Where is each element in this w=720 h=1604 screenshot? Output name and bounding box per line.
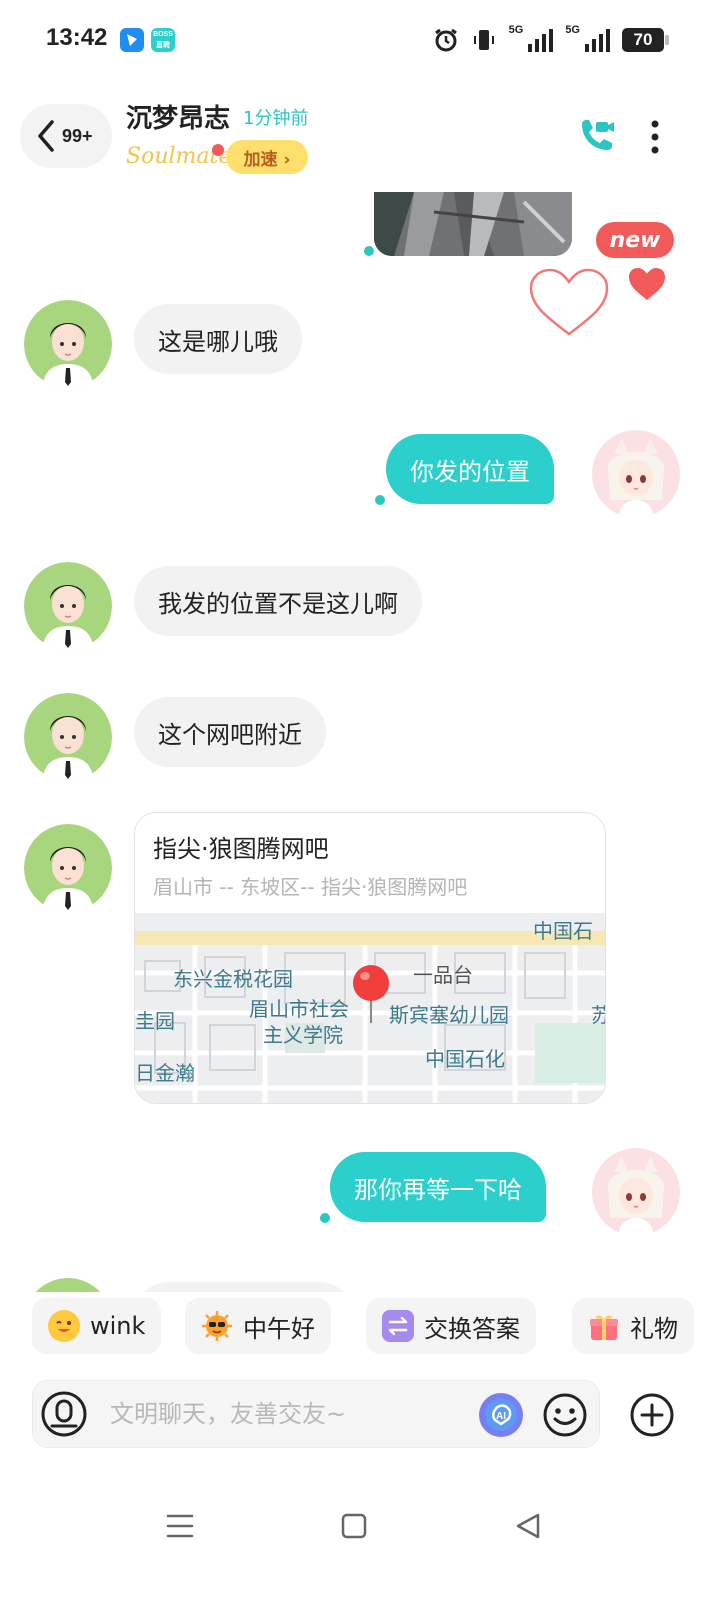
signal-label-1: 5G	[508, 24, 524, 36]
nav-back-button[interactable]	[508, 1508, 548, 1544]
photo-thumbnail	[374, 192, 572, 256]
map-label: 中国石化	[425, 1047, 505, 1071]
message-bubble-partial	[134, 1282, 354, 1292]
status-icons: 5G 5G 70	[433, 24, 669, 56]
map-label: 日金瀚	[135, 1061, 195, 1085]
chevron-left-icon	[38, 120, 54, 152]
map-preview[interactable]: 中国石 东兴金税花园 一品台 眉山市社会 主义学院 斯宾塞幼儿园 圭园 中国石化…	[135, 913, 605, 1103]
location-title: 指尖·狼图腾网吧	[153, 835, 329, 863]
signal-label-2: 5G	[565, 24, 580, 36]
quick-reply-good-noon[interactable]: 中午好	[185, 1298, 331, 1354]
contact-avatar[interactable]	[24, 300, 112, 388]
unread-count: 99+	[62, 125, 93, 146]
boss-app-label: BOSS	[153, 31, 173, 38]
map-label: 中国石	[533, 919, 593, 943]
my-avatar[interactable]	[592, 1148, 680, 1236]
quick-reply-label: 交换答案	[424, 1314, 520, 1343]
signal-bars-icon	[585, 29, 610, 52]
location-address: 眉山市 -- 东坡区-- 指尖·狼图腾网吧	[153, 875, 468, 899]
read-indicator	[320, 1213, 330, 1223]
location-card[interactable]: 指尖·狼图腾网吧 眉山市 -- 东坡区-- 指尖·狼图腾网吧 中国石 东兴金税花…	[134, 812, 606, 1104]
voice-mode-icon[interactable]	[40, 1390, 88, 1438]
quick-reply-gift[interactable]: 礼物	[572, 1298, 694, 1354]
signal-bars-icon	[528, 29, 554, 52]
chat-header: 99+ 沉梦昂志 1分钟前 Soulmate 加速 ›	[0, 92, 720, 192]
map-label: 苏	[591, 999, 605, 1028]
message-bubble-incoming[interactable]: 这个网吧附近	[134, 697, 326, 767]
contact-avatar-partial	[24, 1278, 112, 1292]
emoji-picker-icon[interactable]	[542, 1392, 588, 1438]
back-triangle-icon	[516, 1513, 540, 1539]
new-badge-text: new	[609, 227, 661, 253]
map-label: 圭园	[135, 1009, 175, 1033]
image-message[interactable]	[374, 192, 572, 256]
message-bubble-incoming[interactable]: 我发的位置不是这儿啊	[134, 566, 422, 636]
map-pin-icon	[353, 965, 389, 1023]
battery-indicator: 70	[622, 28, 669, 52]
message-bubble-outgoing[interactable]: 那你再等一下哈	[330, 1152, 546, 1222]
quick-reply-label: wink	[90, 1312, 146, 1340]
gift-icon	[588, 1310, 620, 1342]
contact-avatar[interactable]	[24, 824, 112, 912]
message-bubble-incoming[interactable]: 这是哪儿哦	[134, 304, 302, 374]
quick-reply-label: 中午好	[243, 1314, 315, 1343]
back-button[interactable]: 99+	[20, 104, 112, 168]
alarm-icon	[434, 28, 457, 52]
map-label: 斯宾塞幼儿园	[389, 1003, 509, 1027]
map-label: 东兴金税花园	[173, 967, 293, 991]
contact-avatar[interactable]	[24, 693, 112, 781]
nav-home-button[interactable]	[334, 1508, 374, 1544]
last-seen-time: 1分钟前	[243, 108, 309, 129]
ai-assistant-icon[interactable]: AI	[478, 1392, 524, 1438]
like-heart-outline-icon[interactable]	[528, 266, 610, 338]
menu-icon	[166, 1514, 194, 1538]
read-indicator	[364, 246, 374, 256]
video-call-icon[interactable]	[574, 114, 618, 158]
swap-icon	[382, 1310, 414, 1342]
notification-dot	[212, 144, 224, 156]
home-square-icon	[341, 1513, 367, 1539]
quick-reply-label: 礼物	[630, 1314, 678, 1343]
my-avatar[interactable]	[592, 430, 680, 518]
more-options-icon[interactable]	[642, 118, 668, 158]
contact-avatar[interactable]	[24, 562, 112, 650]
read-indicator	[375, 495, 385, 505]
message-bubble-outgoing[interactable]: 你发的位置	[386, 434, 554, 504]
vibrate-icon	[473, 30, 494, 50]
svg-text:AI: AI	[496, 1411, 506, 1422]
nav-menu-button[interactable]	[160, 1508, 200, 1544]
sun-sunglasses-icon	[201, 1310, 233, 1342]
boss-app-icon: BOSS 直聘	[151, 28, 175, 52]
message-input[interactable]	[110, 1384, 470, 1444]
quick-reply-wink[interactable]: wink	[32, 1298, 162, 1354]
status-bar: 13:42 BOSS 直聘 5G 5G 70	[0, 0, 720, 80]
status-time: 13:42	[46, 24, 108, 51]
quick-reply-swap-answers[interactable]: 交换答案	[366, 1298, 536, 1354]
map-label: 主义学院	[263, 1023, 343, 1047]
new-badge: new	[596, 222, 674, 258]
contact-name[interactable]: 沉梦昂志	[126, 98, 230, 135]
map-label: 眉山市社会	[249, 997, 349, 1021]
wink-emoji-icon	[48, 1310, 80, 1342]
boost-button[interactable]: 加速 ›	[226, 140, 308, 174]
map-label: 一品台	[413, 963, 473, 987]
add-attachment-icon[interactable]	[629, 1392, 675, 1438]
lark-app-icon	[120, 28, 144, 52]
like-heart-filled-icon[interactable]	[627, 266, 667, 302]
